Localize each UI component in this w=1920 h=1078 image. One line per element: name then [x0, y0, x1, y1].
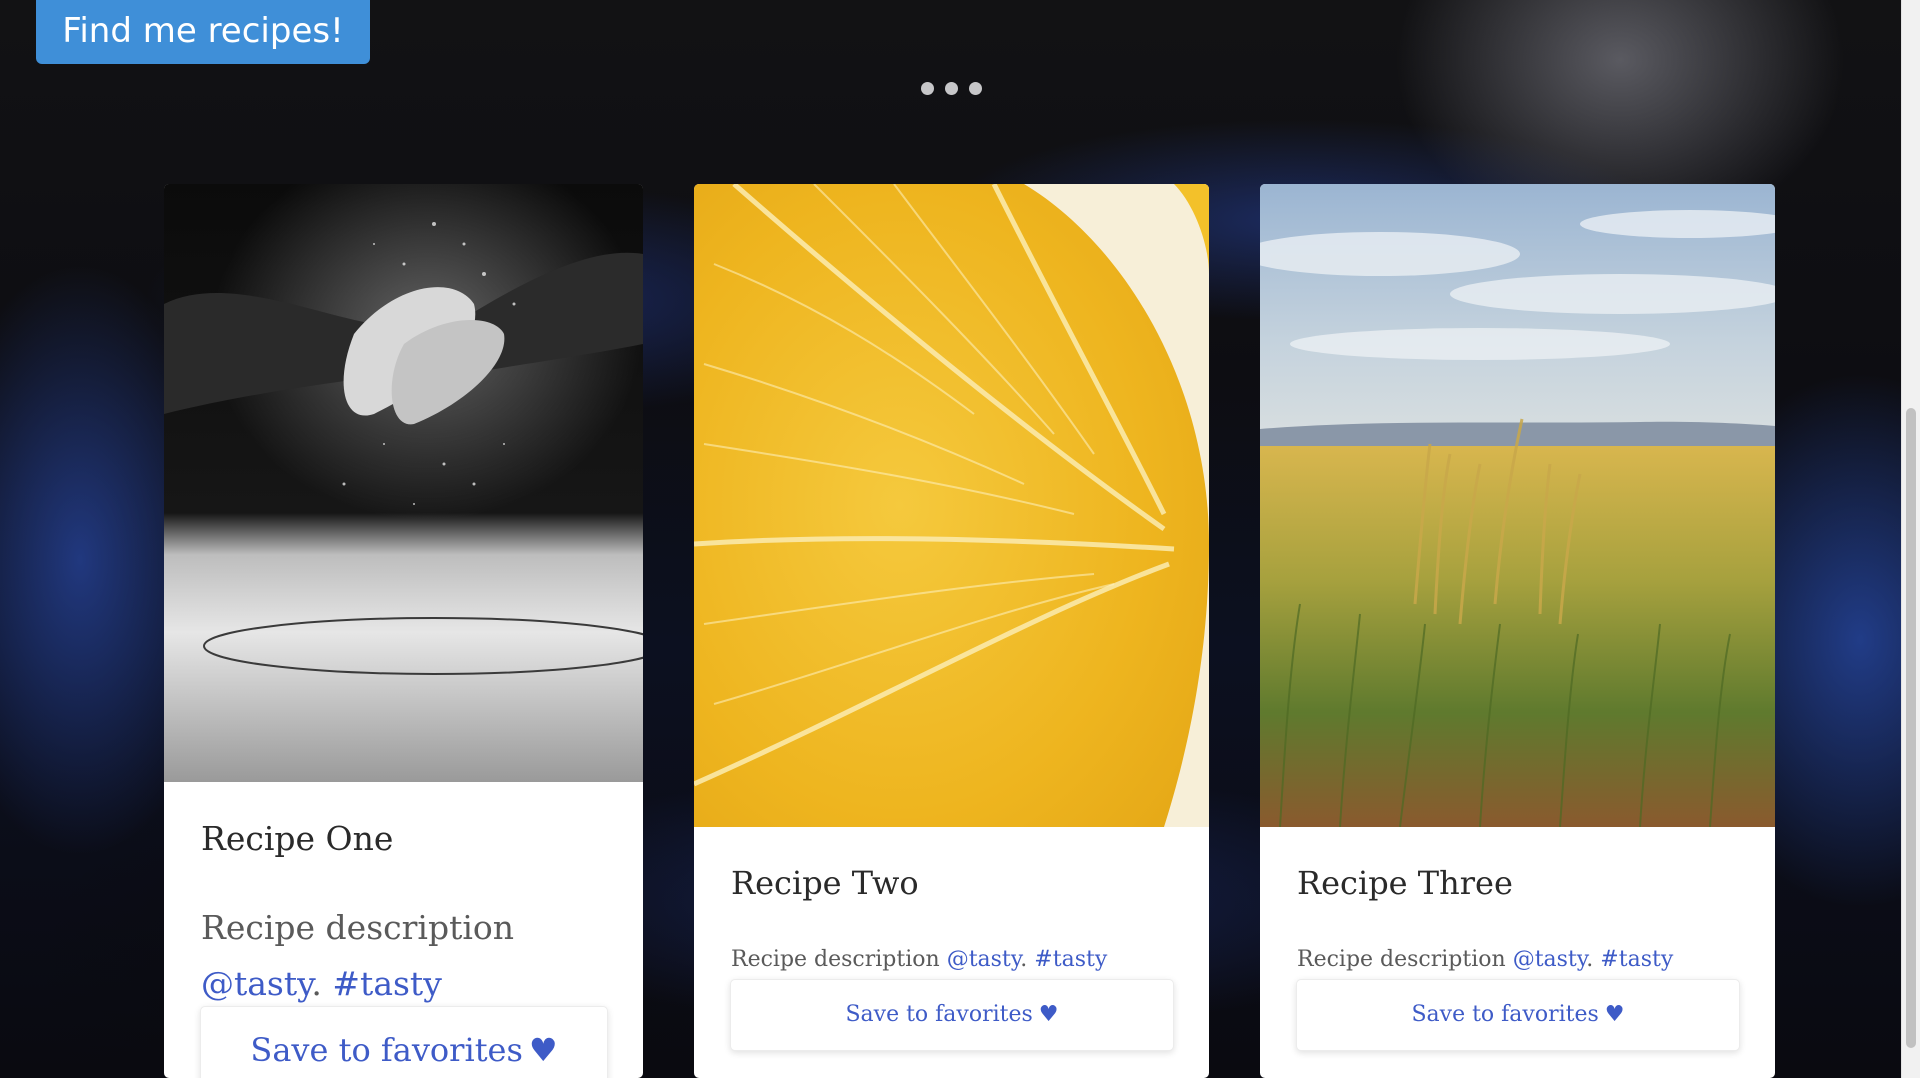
- carousel-dot-1[interactable]: [921, 82, 934, 95]
- card-image-flour-hands: [164, 184, 643, 782]
- scrollbar-thumb[interactable]: [1906, 408, 1916, 1048]
- card-description: Recipe description @tasty. #tasty: [201, 900, 621, 1012]
- heart-icon: ♥: [528, 1031, 558, 1069]
- find-recipes-button[interactable]: Find me recipes!: [36, 0, 370, 64]
- button-label: Save to favorites: [845, 1002, 1033, 1027]
- carousel-indicators: [921, 82, 982, 95]
- heart-icon: ♥: [1038, 1002, 1059, 1027]
- heart-icon: ♥: [1604, 1002, 1625, 1027]
- save-to-favorites-button[interactable]: Save to favorites ♥: [200, 1006, 608, 1078]
- description-text: Recipe description: [731, 947, 940, 972]
- recipe-card-1: Recipe One Recipe description @tasty. #t…: [164, 184, 643, 1078]
- hashtag-link[interactable]: #tasty: [1034, 947, 1107, 972]
- mention-link[interactable]: @tasty: [947, 947, 1021, 972]
- mention-link[interactable]: @tasty: [201, 964, 311, 1003]
- carousel-dot-2[interactable]: [945, 82, 958, 95]
- hashtag-link[interactable]: #tasty: [1600, 947, 1673, 972]
- separator: .: [1586, 947, 1594, 972]
- description-text: Recipe description: [201, 908, 515, 947]
- description-text: Recipe description: [1297, 947, 1506, 972]
- recipe-card-2: Recipe Two Recipe description @tasty. #t…: [694, 184, 1209, 1078]
- card-description: Recipe description @tasty. #tasty: [1297, 945, 1757, 975]
- recipe-card-3: Recipe Three Recipe description @tasty. …: [1260, 184, 1775, 1078]
- mention-link[interactable]: @tasty: [1513, 947, 1587, 972]
- card-description: Recipe description @tasty. #tasty: [731, 945, 1191, 975]
- card-title: Recipe Two: [731, 864, 919, 902]
- separator: .: [1020, 947, 1028, 972]
- card-title: Recipe Three: [1297, 864, 1513, 902]
- save-to-favorites-button[interactable]: Save to favorites ♥: [730, 979, 1174, 1051]
- save-to-favorites-button[interactable]: Save to favorites ♥: [1296, 979, 1740, 1051]
- card-title: Recipe One: [201, 819, 394, 858]
- card-image-lemon: [694, 184, 1209, 827]
- button-label: Save to favorites: [1411, 1002, 1599, 1027]
- hashtag-link[interactable]: #tasty: [332, 964, 441, 1003]
- separator: .: [311, 964, 322, 1003]
- button-label: Save to favorites: [250, 1031, 523, 1069]
- card-image-wheat-field: [1260, 184, 1775, 827]
- carousel-dot-3[interactable]: [969, 82, 982, 95]
- page-scrollbar[interactable]: [1901, 0, 1920, 1078]
